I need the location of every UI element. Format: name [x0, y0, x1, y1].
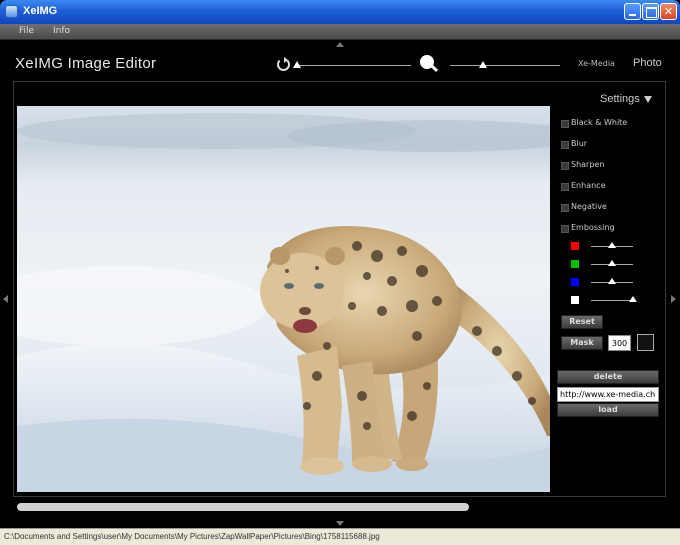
green-swatch	[571, 260, 579, 268]
collapse-top-arrow-icon[interactable]	[336, 42, 344, 47]
menu-file[interactable]: File	[19, 26, 34, 36]
rotate-icon[interactable]	[277, 57, 290, 71]
window-titlebar[interactable]: XeIMG ✕	[0, 0, 680, 24]
mask-button[interactable]: Mask	[561, 336, 603, 350]
white-swatch	[571, 296, 579, 304]
checkbox[interactable]	[561, 141, 569, 149]
checkbox[interactable]	[561, 162, 569, 170]
red-swatch	[571, 242, 579, 250]
checkbox[interactable]	[561, 204, 569, 212]
checkbox[interactable]	[561, 183, 569, 191]
mask-color-picker[interactable]	[637, 334, 654, 351]
status-bar: C:\Documents and Settings\user\My Docume…	[0, 528, 680, 545]
minimize-button[interactable]	[624, 3, 641, 20]
load-button[interactable]: load	[557, 403, 659, 417]
collapse-right-arrow-icon[interactable]	[671, 295, 676, 303]
option-label: Embossing	[571, 223, 615, 232]
option-label: Black & White	[571, 118, 628, 127]
checkbox[interactable]	[561, 120, 569, 128]
white-slider[interactable]	[591, 300, 633, 301]
option-label: Enhance	[571, 181, 606, 190]
blue-swatch	[571, 278, 579, 286]
rotate-slider-thumb[interactable]	[293, 61, 301, 68]
menu-bar: File Info	[0, 24, 680, 40]
option-label: Sharpen	[571, 160, 605, 169]
file-path: C:\Documents and Settings\user\My Docume…	[4, 532, 380, 541]
option-label: Blur	[571, 139, 588, 148]
snow-leopard-image	[17, 113, 550, 492]
maximize-button[interactable]	[642, 3, 659, 20]
white-slider-thumb[interactable]	[629, 296, 637, 302]
red-slider-thumb[interactable]	[608, 242, 616, 248]
checkbox[interactable]	[561, 225, 569, 233]
reset-button[interactable]: Reset	[561, 315, 603, 329]
url-input[interactable]: http://www.xe-media.ch	[557, 387, 659, 402]
editor-area: XeIMG Image Editor Xe-Media Photo Settin…	[0, 40, 680, 528]
delete-button[interactable]: delete	[557, 370, 659, 384]
image-canvas[interactable]	[17, 106, 550, 492]
zoom-icon	[420, 55, 434, 69]
settings-dropdown-icon[interactable]	[644, 96, 652, 103]
blue-slider-thumb[interactable]	[608, 278, 616, 284]
collapse-bottom-arrow-icon[interactable]	[336, 521, 344, 526]
collapse-left-arrow-icon[interactable]	[3, 295, 8, 303]
zoom-slider-thumb[interactable]	[479, 61, 487, 68]
brand-link[interactable]: Xe-Media	[578, 59, 615, 68]
app-title: XeIMG Image Editor	[15, 55, 157, 72]
zoom-slider[interactable]	[450, 65, 560, 66]
mask-size-input[interactable]: 300	[608, 335, 631, 351]
horizontal-scrollbar[interactable]	[17, 503, 469, 511]
green-slider-thumb[interactable]	[608, 260, 616, 266]
option-label: Negative	[571, 202, 607, 211]
mode-label: Photo	[633, 57, 662, 69]
app-icon	[5, 5, 18, 18]
rotate-slider[interactable]	[297, 65, 411, 66]
settings-title[interactable]: Settings	[600, 93, 640, 105]
menu-info[interactable]: Info	[53, 26, 70, 36]
window-title: XeIMG	[23, 5, 58, 17]
close-button[interactable]: ✕	[660, 3, 677, 20]
